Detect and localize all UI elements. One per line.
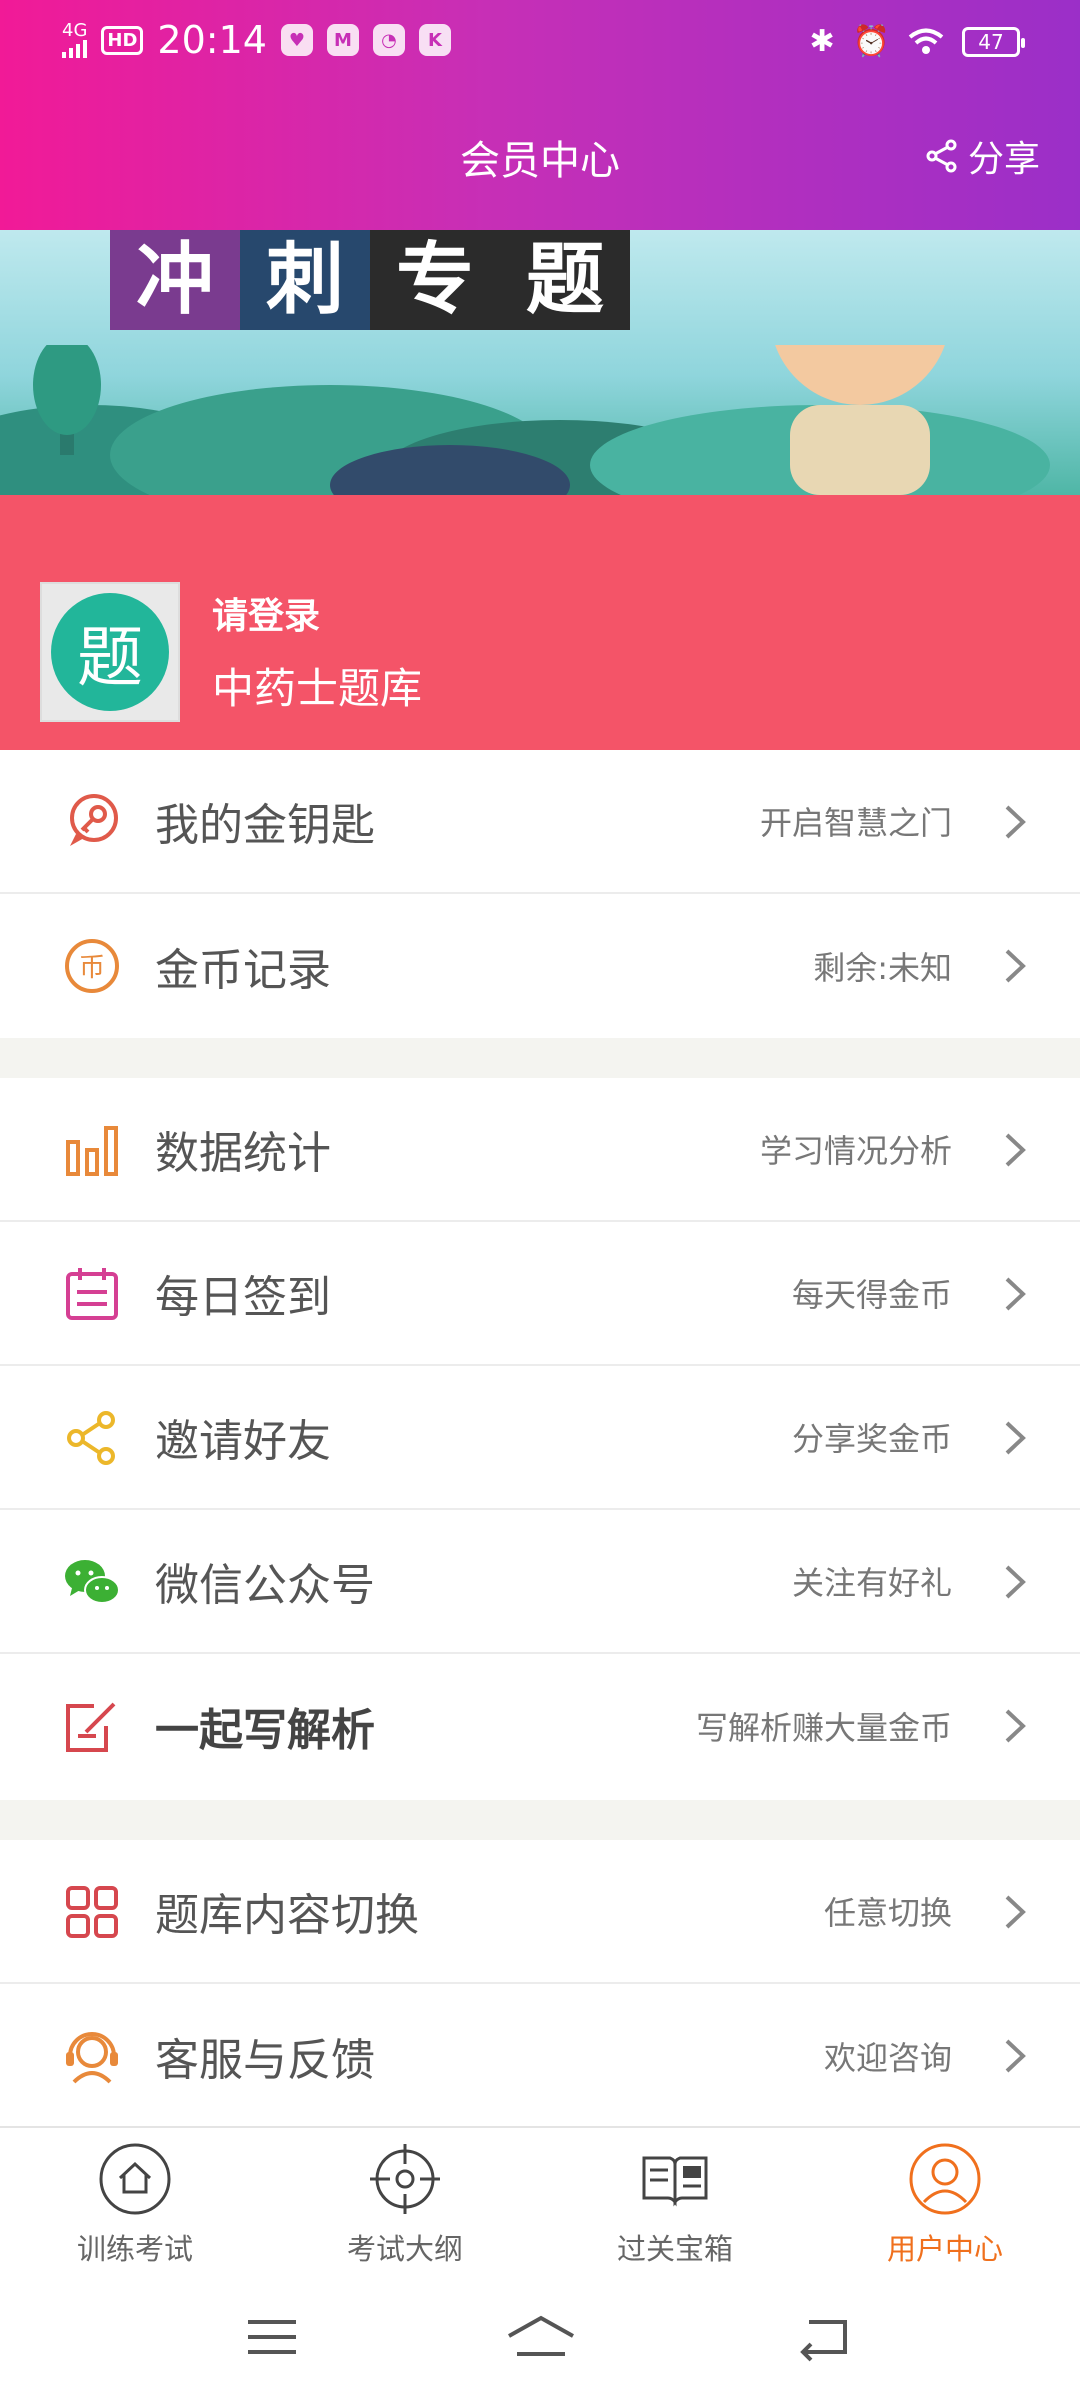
key-icon (70, 794, 118, 846)
menu-hint: 开启智慧之门 (759, 804, 952, 842)
avatar[interactable]: 题 (40, 582, 180, 722)
svg-text:币: 币 (79, 953, 105, 983)
chevron-right-icon (1005, 805, 1026, 839)
menu-hint: 学习情况分析 (759, 1132, 952, 1170)
banner-illustration (0, 345, 1050, 495)
menu-label: 客服与反馈 (155, 2035, 375, 2086)
grid-icon (66, 1886, 118, 1938)
promo-banner[interactable]: 冲 刺 专 题 (0, 230, 1080, 495)
header-bar: 4G HD 20:14 ♥ M ◔ K ✱ ⏰ 47 会员中心 分享 (0, 0, 1080, 230)
banner-char: 题 (500, 230, 630, 330)
tab-label: 过关宝箱 (616, 2232, 733, 2266)
tab-label: 训练考试 (76, 2232, 193, 2266)
chevron-right-icon (1005, 949, 1026, 983)
back-icon[interactable] (795, 2312, 855, 2362)
banner-title: 冲 刺 专 题 (110, 230, 630, 330)
status-bar: 4G HD 20:14 ♥ M ◔ K ✱ ⏰ 47 (0, 0, 1080, 90)
chevron-right-icon (1005, 1421, 1026, 1455)
compass-app-icon: ◔ (372, 24, 405, 56)
home-icon (99, 2143, 171, 2215)
tab-label: 用户中心 (886, 2232, 1003, 2266)
menu-item-coin-record[interactable]: 币 金币记录 剩余:未知 (0, 894, 1080, 1038)
bluetooth-icon: ✱ (809, 24, 835, 59)
tab-training-exam[interactable]: 训练考试 (35, 2142, 235, 2268)
network-type: 4G (62, 20, 88, 41)
chevron-right-icon (1005, 1133, 1026, 1167)
banner-char: 刺 (240, 230, 370, 330)
menu-label: 数据统计 (155, 1128, 331, 1179)
page-title: 会员中心 (460, 138, 620, 184)
menu-hint: 每天得金币 (791, 1276, 952, 1314)
login-link[interactable]: 请登录 (212, 587, 320, 639)
menu-icon[interactable] (242, 2312, 302, 2362)
coin-icon: 币 (65, 939, 119, 993)
bar-chart-icon (66, 1126, 118, 1176)
share-icon (926, 139, 957, 173)
calendar-icon (66, 1268, 118, 1320)
section-divider (0, 1800, 1080, 1840)
headset-icon (66, 2032, 118, 2084)
menu-group-features: 数据统计 学习情况分析 每日签到 每天得金币 邀请好友 分享奖金币 微信公众号 … (0, 1078, 1080, 1798)
menu-item-invite-friends[interactable]: 邀请好友 分享奖金币 (0, 1366, 1080, 1510)
menu-label: 一起写解析 (155, 1705, 375, 1756)
book-icon (642, 2156, 708, 2207)
profile-card[interactable]: 题 请登录 中药士题库 (0, 495, 1080, 750)
menu-item-customer-service[interactable]: 客服与反馈 欢迎咨询 (0, 1984, 1080, 2128)
wifi-icon (908, 28, 944, 54)
signal-icon: 4G (62, 22, 87, 58)
menu-item-wechat-account[interactable]: 微信公众号 关注有好礼 (0, 1510, 1080, 1654)
menu-label: 题库内容切换 (155, 1890, 419, 1941)
home-button-icon[interactable] (505, 2312, 577, 2362)
wechat-icon (65, 1560, 120, 1604)
share-icon (67, 1411, 115, 1465)
menu-item-write-analysis[interactable]: 一起写解析 写解析赚大量金币 (0, 1654, 1080, 1798)
share-label: 分享 (967, 139, 1040, 180)
section-divider (0, 1038, 1080, 1078)
tab-user-center[interactable]: 用户中心 (845, 2142, 1045, 2268)
banner-char: 冲 (110, 230, 240, 330)
app-k-icon: K (418, 24, 451, 56)
app-logo-icon: 题 (51, 593, 169, 711)
menu-label: 金币记录 (155, 945, 331, 996)
menu-group-settings: 题库内容切换 任意切换 客服与反馈 欢迎咨询 (0, 1840, 1080, 2128)
bottom-nav: 训练考试 考试大纲 过关宝箱 用户中心 (0, 2126, 1080, 2272)
target-icon (370, 2144, 440, 2214)
share-button[interactable]: 分享 (924, 130, 1040, 182)
menu-hint: 写解析赚大量金币 (695, 1709, 952, 1747)
menu-hint: 关注有好礼 (791, 1564, 952, 1602)
app-m-icon: M (326, 24, 359, 56)
menu-item-statistics[interactable]: 数据统计 学习情况分析 (0, 1078, 1080, 1222)
heart-app-icon: ♥ (280, 24, 313, 56)
menu-hint: 任意切换 (823, 1894, 952, 1932)
chevron-right-icon (1005, 1895, 1026, 1929)
menu-item-golden-key[interactable]: 我的金钥匙 开启智慧之门 (0, 750, 1080, 894)
menu-label: 每日签到 (155, 1272, 331, 1323)
menu-label: 微信公众号 (155, 1560, 375, 1611)
edit-icon (66, 1702, 116, 1752)
banner-char: 专 (370, 230, 500, 330)
status-time: 20:14 (157, 18, 267, 62)
hd-badge: HD (101, 25, 144, 55)
menu-label: 我的金钥匙 (155, 800, 375, 851)
menu-item-switch-bank[interactable]: 题库内容切换 任意切换 (0, 1840, 1080, 1984)
chevron-right-icon (1005, 1709, 1026, 1743)
tab-exam-outline[interactable]: 考试大纲 (305, 2142, 505, 2268)
chevron-right-icon (1005, 2039, 1026, 2073)
battery-icon: 47 (962, 26, 1025, 57)
system-nav-bar (0, 2272, 1080, 2400)
menu-label: 邀请好友 (155, 1416, 331, 1467)
menu-hint: 欢迎咨询 (823, 2039, 952, 2077)
chevron-right-icon (1005, 1565, 1026, 1599)
menu-hint: 剩余:未知 (813, 949, 952, 987)
user-icon (909, 2143, 981, 2215)
menu-item-daily-checkin[interactable]: 每日签到 每天得金币 (0, 1222, 1080, 1366)
alarm-icon: ⏰ (852, 24, 890, 59)
chevron-right-icon (1005, 1277, 1026, 1311)
tab-treasure-box[interactable]: 过关宝箱 (575, 2142, 775, 2268)
menu-hint: 分享奖金币 (791, 1420, 952, 1458)
menu-group-account: 我的金钥匙 开启智慧之门 币 金币记录 剩余:未知 (0, 750, 1080, 1038)
question-bank-name: 中药士题库 (212, 664, 423, 713)
tab-label: 考试大纲 (346, 2232, 463, 2266)
